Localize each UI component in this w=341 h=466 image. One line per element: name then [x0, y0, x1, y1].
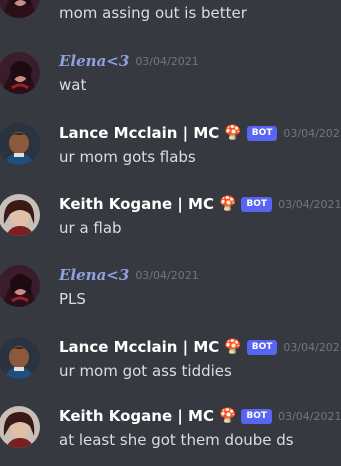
message-text: PLS: [59, 290, 86, 308]
avatar[interactable]: [0, 0, 40, 18]
author-name[interactable]: Keith Kogane | MC: [59, 195, 214, 213]
avatar[interactable]: [0, 265, 40, 307]
message-text: at least she got them doube ds: [59, 431, 294, 449]
message-text: mom assing out is better: [59, 4, 247, 22]
message-row: Lance Mcclain | MC 🍄 BOT 03/04/202 ur mo…: [0, 123, 341, 183]
message-row: Lance Mcclain | MC 🍄 BOT 03/04/202 ur mo…: [0, 337, 341, 397]
avatar[interactable]: [0, 406, 40, 448]
mushroom-icon: 🍄: [218, 408, 237, 424]
mushroom-icon: 🍄: [224, 339, 242, 355]
timestamp: 03/04/2021: [278, 409, 341, 423]
timestamp: 03/04/202: [283, 126, 340, 140]
message-row: mom assing out is better: [0, 0, 341, 36]
mushroom-icon: 🍄: [218, 196, 237, 212]
message-text: wat: [59, 76, 87, 94]
timestamp: 03/04/2021: [135, 268, 199, 282]
timestamp: 03/04/2021: [135, 54, 199, 68]
message-header: Keith Kogane | MC 🍄 BOT 03/04/2021: [59, 407, 341, 425]
message-header: Elena<3 03/04/2021: [59, 266, 199, 284]
bot-badge: BOT: [241, 408, 273, 424]
message-row: Elena<3 03/04/2021 wat: [0, 50, 341, 110]
timestamp: 03/04/202: [283, 340, 340, 354]
author-name[interactable]: Keith Kogane | MC: [59, 407, 214, 425]
message-text: ur mom got ass tiddies: [59, 362, 232, 380]
message-header: Keith Kogane | MC 🍄 BOT 03/04/2021: [59, 195, 341, 213]
bot-badge: BOT: [241, 196, 273, 212]
author-name[interactable]: Lance Mcclain | MC: [59, 124, 219, 142]
author-name[interactable]: Elena<3: [59, 266, 129, 284]
message-text: ur mom gots flabs: [59, 148, 196, 166]
mushroom-icon: 🍄: [224, 125, 242, 141]
message-header: Lance Mcclain | MC 🍄 BOT 03/04/202: [59, 124, 340, 142]
message-header: Lance Mcclain | MC 🍄 BOT 03/04/202: [59, 338, 340, 356]
bot-badge: BOT: [246, 125, 278, 141]
bot-badge: BOT: [246, 339, 278, 355]
message-row: Keith Kogane | MC 🍄 BOT 03/04/2021 ur a …: [0, 194, 341, 254]
message-header: Elena<3 03/04/2021: [59, 52, 199, 70]
message-row: Keith Kogane | MC 🍄 BOT 03/04/2021 at le…: [0, 406, 341, 466]
avatar[interactable]: [0, 337, 40, 379]
timestamp: 03/04/2021: [278, 197, 341, 211]
author-name[interactable]: Lance Mcclain | MC: [59, 338, 219, 356]
author-name[interactable]: Elena<3: [59, 52, 129, 70]
message-text: ur a flab: [59, 219, 122, 237]
message-row: Elena<3 03/04/2021 PLS: [0, 265, 341, 325]
avatar[interactable]: [0, 194, 40, 236]
avatar[interactable]: [0, 52, 40, 94]
avatar[interactable]: [0, 123, 40, 165]
